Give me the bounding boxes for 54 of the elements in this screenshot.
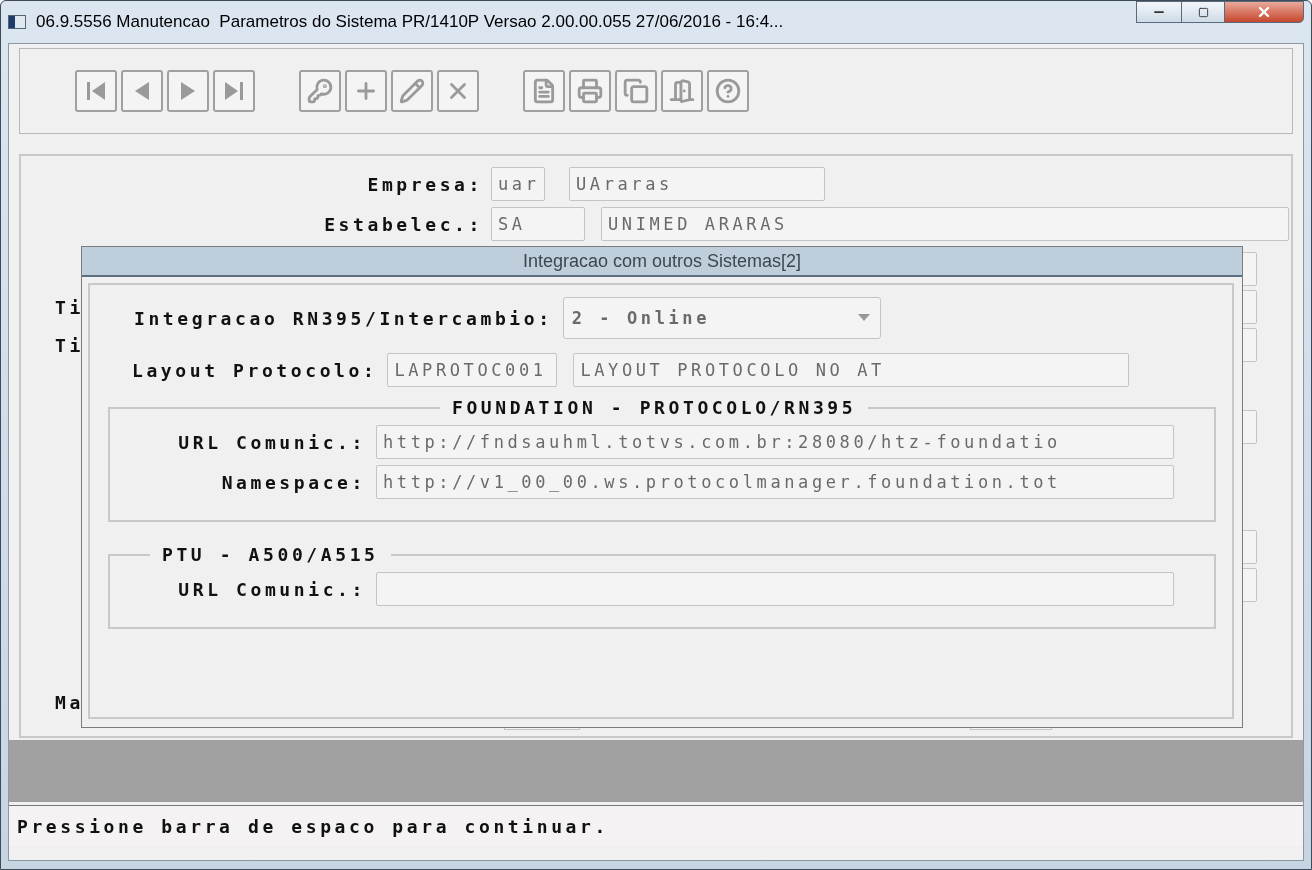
print-button[interactable]: [569, 70, 611, 112]
exit-button[interactable]: [661, 70, 703, 112]
previous-record-button[interactable]: [121, 70, 163, 112]
group-title: FOUNDATION - PROTOCOLO/RN395: [451, 397, 858, 418]
field-label: Empresa:: [366, 173, 484, 195]
url-field[interactable]: http://fndsauhml.totvs.com.br:28080/htz-foundatio: [376, 425, 1174, 459]
key-icon: [307, 78, 333, 104]
skip-back-icon: [84, 79, 108, 103]
window-title: 06.9.5556 Manutencao Parametros do Sistema PR/1410P Versao 2.00.00.055 27/06/2016 - 16:4...: [36, 12, 785, 32]
field-label: Ti: [55, 334, 84, 356]
add-button[interactable]: [345, 70, 387, 112]
pencil-icon: [399, 78, 425, 104]
url-field[interactable]: [376, 572, 1174, 606]
door-icon: [669, 78, 695, 104]
field-label: Layout Protocolo:: [132, 359, 378, 381]
edit-button[interactable]: [391, 70, 433, 112]
field-label: URL Comunic.:: [177, 431, 367, 453]
field-label: URL Comunic.:: [177, 578, 367, 600]
printer-icon: [577, 78, 603, 104]
help-icon: [715, 78, 741, 104]
status-text: Pressione barra de espaco para continuar.: [17, 815, 609, 837]
url-field[interactable]: http://v1_00_00.ws.protocolmanager.foundation.tot: [376, 465, 1174, 499]
field-label: Ma: [55, 692, 84, 713]
close-icon: [1256, 4, 1272, 20]
name-field[interactable]: LAYOUT PROTOCOLO NO AT: [573, 353, 1130, 387]
maximize-button[interactable]: [1181, 1, 1225, 23]
code-field[interactable]: LAPROTOC001: [387, 353, 558, 387]
caret-icon: [857, 314, 870, 322]
search-button[interactable]: [299, 70, 341, 112]
next-record-button[interactable]: [167, 70, 209, 112]
last-record-button[interactable]: [213, 70, 255, 112]
field-label: Ti: [55, 296, 84, 318]
filter-button[interactable]: [523, 70, 565, 112]
field-label: Namespace:: [220, 471, 367, 493]
field-label: Integracao RN395/Intercambio:: [134, 307, 553, 329]
code-field[interactable]: uar: [491, 167, 545, 201]
name-field[interactable]: UAraras: [569, 167, 825, 201]
app-icon: [8, 15, 26, 29]
document-icon: [531, 78, 557, 104]
code-field[interactable]: SA: [491, 207, 585, 241]
name-field[interactable]: UNIMED ARARAS: [601, 207, 1289, 241]
first-record-button[interactable]: [75, 70, 117, 112]
copy-button[interactable]: [615, 70, 657, 112]
minimize-button[interactable]: [1136, 1, 1182, 23]
maximize-icon: [1197, 6, 1209, 18]
delete-button[interactable]: [437, 70, 479, 112]
dialog-title: Integracao com outros Sistemas[2]: [82, 247, 1242, 277]
skip-forward-icon: [222, 79, 246, 103]
group-title: PTU - A500/A515: [161, 544, 380, 565]
integration-dropdown[interactable]: 2 - Online: [562, 297, 881, 339]
field-label: Estabelec.:: [323, 213, 484, 235]
help-button[interactable]: [707, 70, 749, 112]
copy-icon: [623, 78, 649, 104]
close-button[interactable]: [1224, 1, 1304, 23]
